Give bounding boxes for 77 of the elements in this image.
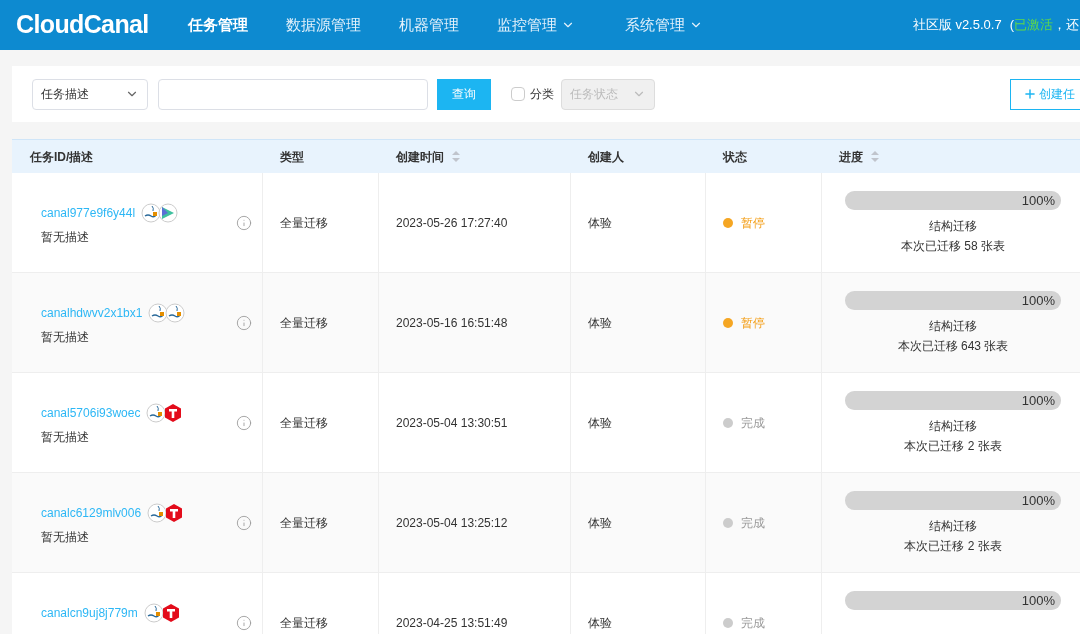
column-header: 类型: [280, 148, 304, 166]
progress-percent: 100%: [1021, 392, 1055, 410]
created-time: 2023-05-04 13:25:12: [396, 514, 508, 532]
category-label: 分类: [530, 86, 554, 103]
column-header: 任务ID/描述: [30, 148, 94, 166]
database-pair-icon: [148, 303, 186, 323]
info-icon[interactable]: [236, 214, 252, 231]
column-header: 进度: [839, 148, 863, 166]
sort-icon[interactable]: [452, 151, 460, 162]
migration-summary: 本次已迁移 643 张表: [897, 338, 1009, 355]
nav-item[interactable]: 系统管理: [625, 13, 703, 37]
task-id-link[interactable]: canal977e9f6y44l: [41, 204, 136, 222]
query-button[interactable]: 查询: [437, 78, 491, 110]
progress-percent: 100%: [1021, 492, 1055, 510]
nav-item[interactable]: 监控管理: [497, 13, 575, 37]
filter-select[interactable]: 任务描述: [32, 78, 148, 110]
license-text: ，还: [1053, 16, 1079, 35]
paren-text: (: [1009, 16, 1014, 35]
task-id-link[interactable]: canalcn9uj8j779m: [41, 604, 138, 622]
task-type: 全量迁移: [280, 614, 328, 632]
stage-label: 结构迁移: [929, 518, 977, 535]
nav-item[interactable]: 机器管理: [399, 13, 459, 37]
task-type: 全量迁移: [280, 214, 328, 232]
created-time: 2023-05-16 16:51:48: [396, 314, 508, 332]
creator-name: 体验: [588, 414, 612, 432]
column-header: 状态: [723, 148, 747, 166]
stage-label: 结构迁移: [929, 218, 977, 235]
database-pair-icon: [141, 203, 179, 223]
database-pair-icon: [146, 403, 184, 423]
status-label: 完成: [741, 614, 765, 632]
migration-summary: 本次已迁移 2 张表: [904, 538, 1002, 555]
migration-summary: 本次已迁移 2 张表: [904, 438, 1002, 455]
category-checkbox[interactable]: [511, 87, 525, 101]
activated-label: 已激活: [1014, 16, 1053, 35]
created-time: 2023-04-25 13:51:49: [396, 614, 508, 632]
logo[interactable]: CloudCanal: [16, 6, 166, 44]
column-header: 创建人: [588, 148, 624, 166]
info-icon[interactable]: [236, 614, 252, 631]
info-icon[interactable]: [236, 314, 252, 331]
creator-name: 体验: [588, 214, 612, 232]
migration-summary: 本次已迁移 58 张表: [901, 238, 1005, 255]
status-label: 完成: [741, 514, 765, 532]
created-time: 2023-05-04 13:30:51: [396, 414, 508, 432]
progress-percent: 100%: [1021, 292, 1055, 310]
task-description: 暂无描述: [41, 529, 90, 546]
column-header: 创建时间: [396, 148, 444, 166]
task-id-link[interactable]: canalhdwvv2x1bx1: [41, 304, 143, 322]
created-time: 2023-05-26 17:27:40: [396, 214, 508, 232]
create-button[interactable]: 创建任: [1010, 78, 1080, 110]
creator-name: 体验: [588, 314, 612, 332]
nav-item[interactable]: 任务管理: [188, 13, 248, 37]
search-field[interactable]: [158, 78, 428, 110]
progress-percent: 100%: [1021, 592, 1055, 610]
task-type: 全量迁移: [280, 314, 328, 332]
creator-name: 体验: [588, 614, 612, 632]
stage-label: 结构迁移: [929, 318, 977, 335]
nav-item[interactable]: 数据源管理: [286, 13, 361, 37]
creator-name: 体验: [588, 514, 612, 532]
task-id-link[interactable]: canal5706i93woec: [41, 404, 141, 422]
database-pair-icon: [143, 603, 181, 623]
status-label: 暂停: [741, 214, 765, 232]
stage-label: 结构迁移: [929, 418, 977, 435]
task-type: 全量迁移: [280, 514, 328, 532]
plus-icon: [1023, 87, 1037, 101]
sort-icon[interactable]: [871, 151, 879, 162]
database-pair-icon: [147, 503, 185, 523]
task-description: 暂无描述: [41, 229, 90, 246]
info-icon[interactable]: [236, 514, 252, 531]
status-label: 暂停: [741, 314, 765, 332]
task-type: 全量迁移: [280, 414, 328, 432]
progress-percent: 100%: [1021, 192, 1055, 210]
info-icon[interactable]: [236, 414, 252, 431]
edition-label: 社区版 v2.5.0.7: [912, 16, 1002, 35]
status-label: 完成: [741, 414, 765, 432]
task-description: 暂无描述: [41, 329, 90, 346]
task-id-link[interactable]: canalc6129mlv006: [41, 504, 142, 522]
task-description: 暂无描述: [41, 429, 90, 446]
